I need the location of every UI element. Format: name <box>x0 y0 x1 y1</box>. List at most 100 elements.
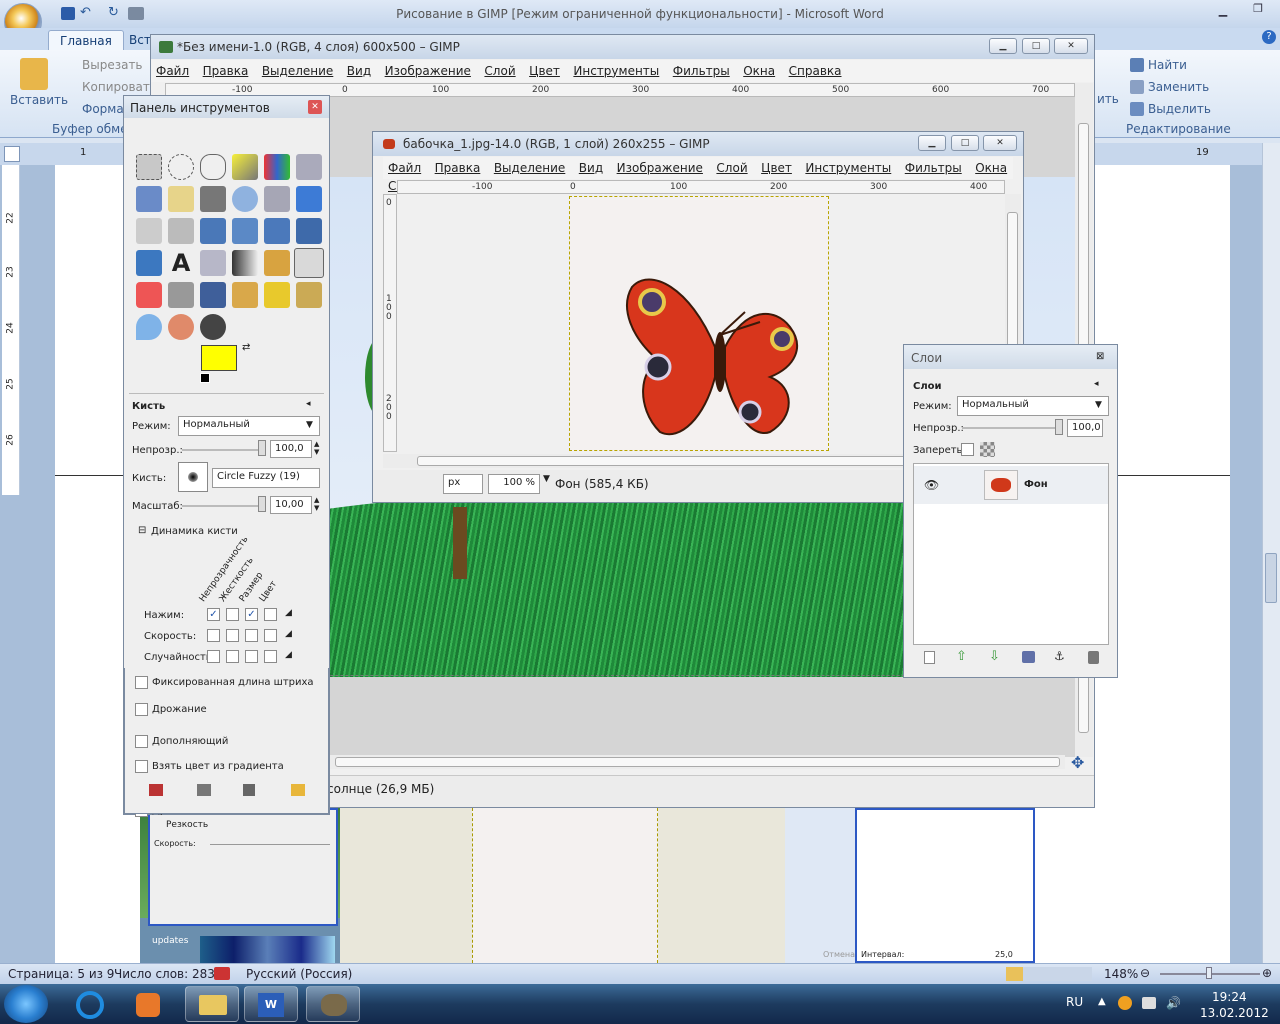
close-icon[interactable]: ⊠ <box>1096 351 1104 362</box>
minimize-icon[interactable]: ▁ <box>1212 4 1234 20</box>
restore-icon[interactable]: ❐ <box>1246 2 1270 20</box>
menu-layer[interactable]: Слой <box>479 60 520 78</box>
delete-layer-icon[interactable] <box>1088 651 1099 664</box>
menu-color[interactable]: Цвет <box>524 60 565 78</box>
zoom-out-icon[interactable]: ⊖ <box>1140 966 1150 980</box>
tab-home[interactable]: Главная <box>48 30 124 50</box>
save-options-icon[interactable] <box>149 784 163 796</box>
crop-icon[interactable] <box>168 218 194 244</box>
paths-icon[interactable] <box>168 186 194 212</box>
undo-icon[interactable]: ↶ <box>80 5 91 20</box>
zoom-select[interactable]: 100 % <box>488 474 540 494</box>
option-checkbox[interactable] <box>135 735 148 748</box>
save-icon[interactable] <box>61 7 75 20</box>
heal-icon[interactable] <box>264 282 290 308</box>
menu-edit[interactable]: Правка <box>430 157 486 175</box>
scissors-icon[interactable] <box>296 154 322 180</box>
chevron-down-icon[interactable]: ▼ <box>543 474 550 484</box>
menu-color[interactable]: Цвет <box>756 157 797 175</box>
shear-icon[interactable] <box>264 218 290 244</box>
curve-icon[interactable]: ◢ <box>285 629 292 639</box>
gradient-icon[interactable] <box>232 250 258 276</box>
swap-colors-icon[interactable]: ⇄ <box>242 342 250 353</box>
menu-select[interactable]: Выделение <box>489 157 570 175</box>
dynamics-title[interactable]: Динамика кисти <box>151 526 238 537</box>
replace-button[interactable]: Заменить <box>1148 80 1209 94</box>
menu-view[interactable]: Вид <box>342 60 376 78</box>
print-icon[interactable] <box>128 7 144 20</box>
eraser-icon[interactable] <box>136 282 162 308</box>
tab-stop-icon[interactable] <box>4 146 20 162</box>
clock-time[interactable]: 19:24 <box>1212 990 1247 1004</box>
opacity-slider-handle[interactable] <box>258 440 266 456</box>
blur-icon[interactable] <box>136 314 162 340</box>
network-icon[interactable] <box>1142 997 1156 1009</box>
layer-row[interactable]: 👁 Фон <box>914 466 1108 504</box>
volume-icon[interactable]: 🔊 <box>1166 996 1181 1010</box>
page-count[interactable]: Страница: 5 из 9 <box>8 967 114 981</box>
perspective-icon[interactable] <box>296 218 322 244</box>
help-icon[interactable]: ? <box>1262 30 1276 44</box>
find-button[interactable]: Найти <box>1148 58 1187 72</box>
media-taskbar-button[interactable] <box>121 986 175 1022</box>
fuzzy-select-icon[interactable] <box>232 154 258 180</box>
menu-select[interactable]: Выделение <box>257 60 338 78</box>
language[interactable]: Русский (Россия) <box>246 967 352 981</box>
dynamics-checkbox[interactable] <box>226 650 239 663</box>
curve-icon[interactable]: ◢ <box>285 650 292 660</box>
rect-select-icon[interactable] <box>136 154 162 180</box>
pencil-icon[interactable] <box>264 250 290 276</box>
maximize-button[interactable]: □ <box>1022 38 1050 54</box>
tray-expand-icon[interactable]: ▲ <box>1098 996 1106 1007</box>
color-select-icon[interactable] <box>264 154 290 180</box>
dynamics-checkbox[interactable] <box>245 629 258 642</box>
layers-opacity-input[interactable]: 100,0 <box>1067 419 1103 437</box>
cut-button[interactable]: Вырезать <box>82 58 143 72</box>
minimize-button[interactable]: ▁ <box>989 38 1017 54</box>
word-taskbar-button[interactable]: W <box>244 986 298 1022</box>
zoom-level[interactable]: 148% <box>1104 967 1138 981</box>
close-button[interactable]: ✕ <box>983 135 1017 151</box>
menu-view[interactable]: Вид <box>574 157 608 175</box>
layers-opacity-handle[interactable] <box>1055 419 1063 435</box>
bucket-fill-icon[interactable] <box>200 250 226 276</box>
dynamics-checkbox[interactable] <box>207 629 220 642</box>
dynamics-checkbox[interactable] <box>264 608 277 621</box>
dynamics-checkbox[interactable] <box>264 629 277 642</box>
clone-icon[interactable] <box>232 282 258 308</box>
dynamics-checkbox[interactable] <box>264 650 277 663</box>
align-icon[interactable] <box>136 218 162 244</box>
close-icon[interactable]: ✕ <box>308 100 322 114</box>
option-checkbox[interactable] <box>135 676 148 689</box>
text-tool-icon[interactable]: A <box>168 250 194 276</box>
opacity-input[interactable]: 100,0 <box>270 440 312 458</box>
opacity-slider-track[interactable] <box>182 449 266 451</box>
ie-taskbar-button[interactable] <box>63 986 117 1022</box>
menu-filters[interactable]: Фильтры <box>900 157 967 175</box>
flip-icon[interactable] <box>136 250 162 276</box>
dynamics-checkbox[interactable] <box>226 629 239 642</box>
layers-opacity-track[interactable] <box>962 427 1062 429</box>
duplicate-layer-icon[interactable] <box>1022 651 1035 663</box>
anchor-icon[interactable]: ⚓ <box>1054 649 1065 663</box>
scale-slider-handle[interactable] <box>258 496 266 512</box>
ellipse-select-icon[interactable] <box>168 154 194 180</box>
lasso-icon[interactable] <box>200 154 226 180</box>
foreground-select-icon[interactable] <box>136 186 162 212</box>
perspective-clone-icon[interactable] <box>296 282 322 308</box>
clock-date[interactable]: 13.02.2012 <box>1200 1006 1269 1020</box>
tab-menu-icon[interactable]: ◂ <box>1094 379 1099 389</box>
spin-icon[interactable]: ▲ ▼ <box>314 496 319 512</box>
reset-options-icon[interactable] <box>291 784 305 796</box>
new-layer-icon[interactable] <box>924 651 935 664</box>
restore-options-icon[interactable] <box>197 784 211 796</box>
menu-windows[interactable]: Окна <box>738 60 780 78</box>
scale-input[interactable]: 10,00 <box>270 496 312 514</box>
dynamics-checkbox[interactable]: ✓ <box>207 608 220 621</box>
menu-image[interactable]: Изображение <box>612 157 708 175</box>
measure-icon[interactable] <box>264 186 290 212</box>
paste-button[interactable]: Вставить <box>10 93 68 107</box>
layers-mode-select[interactable]: Нормальный <box>957 396 1109 416</box>
rotate-icon[interactable] <box>200 218 226 244</box>
copy-button[interactable]: Копировать <box>82 80 157 94</box>
